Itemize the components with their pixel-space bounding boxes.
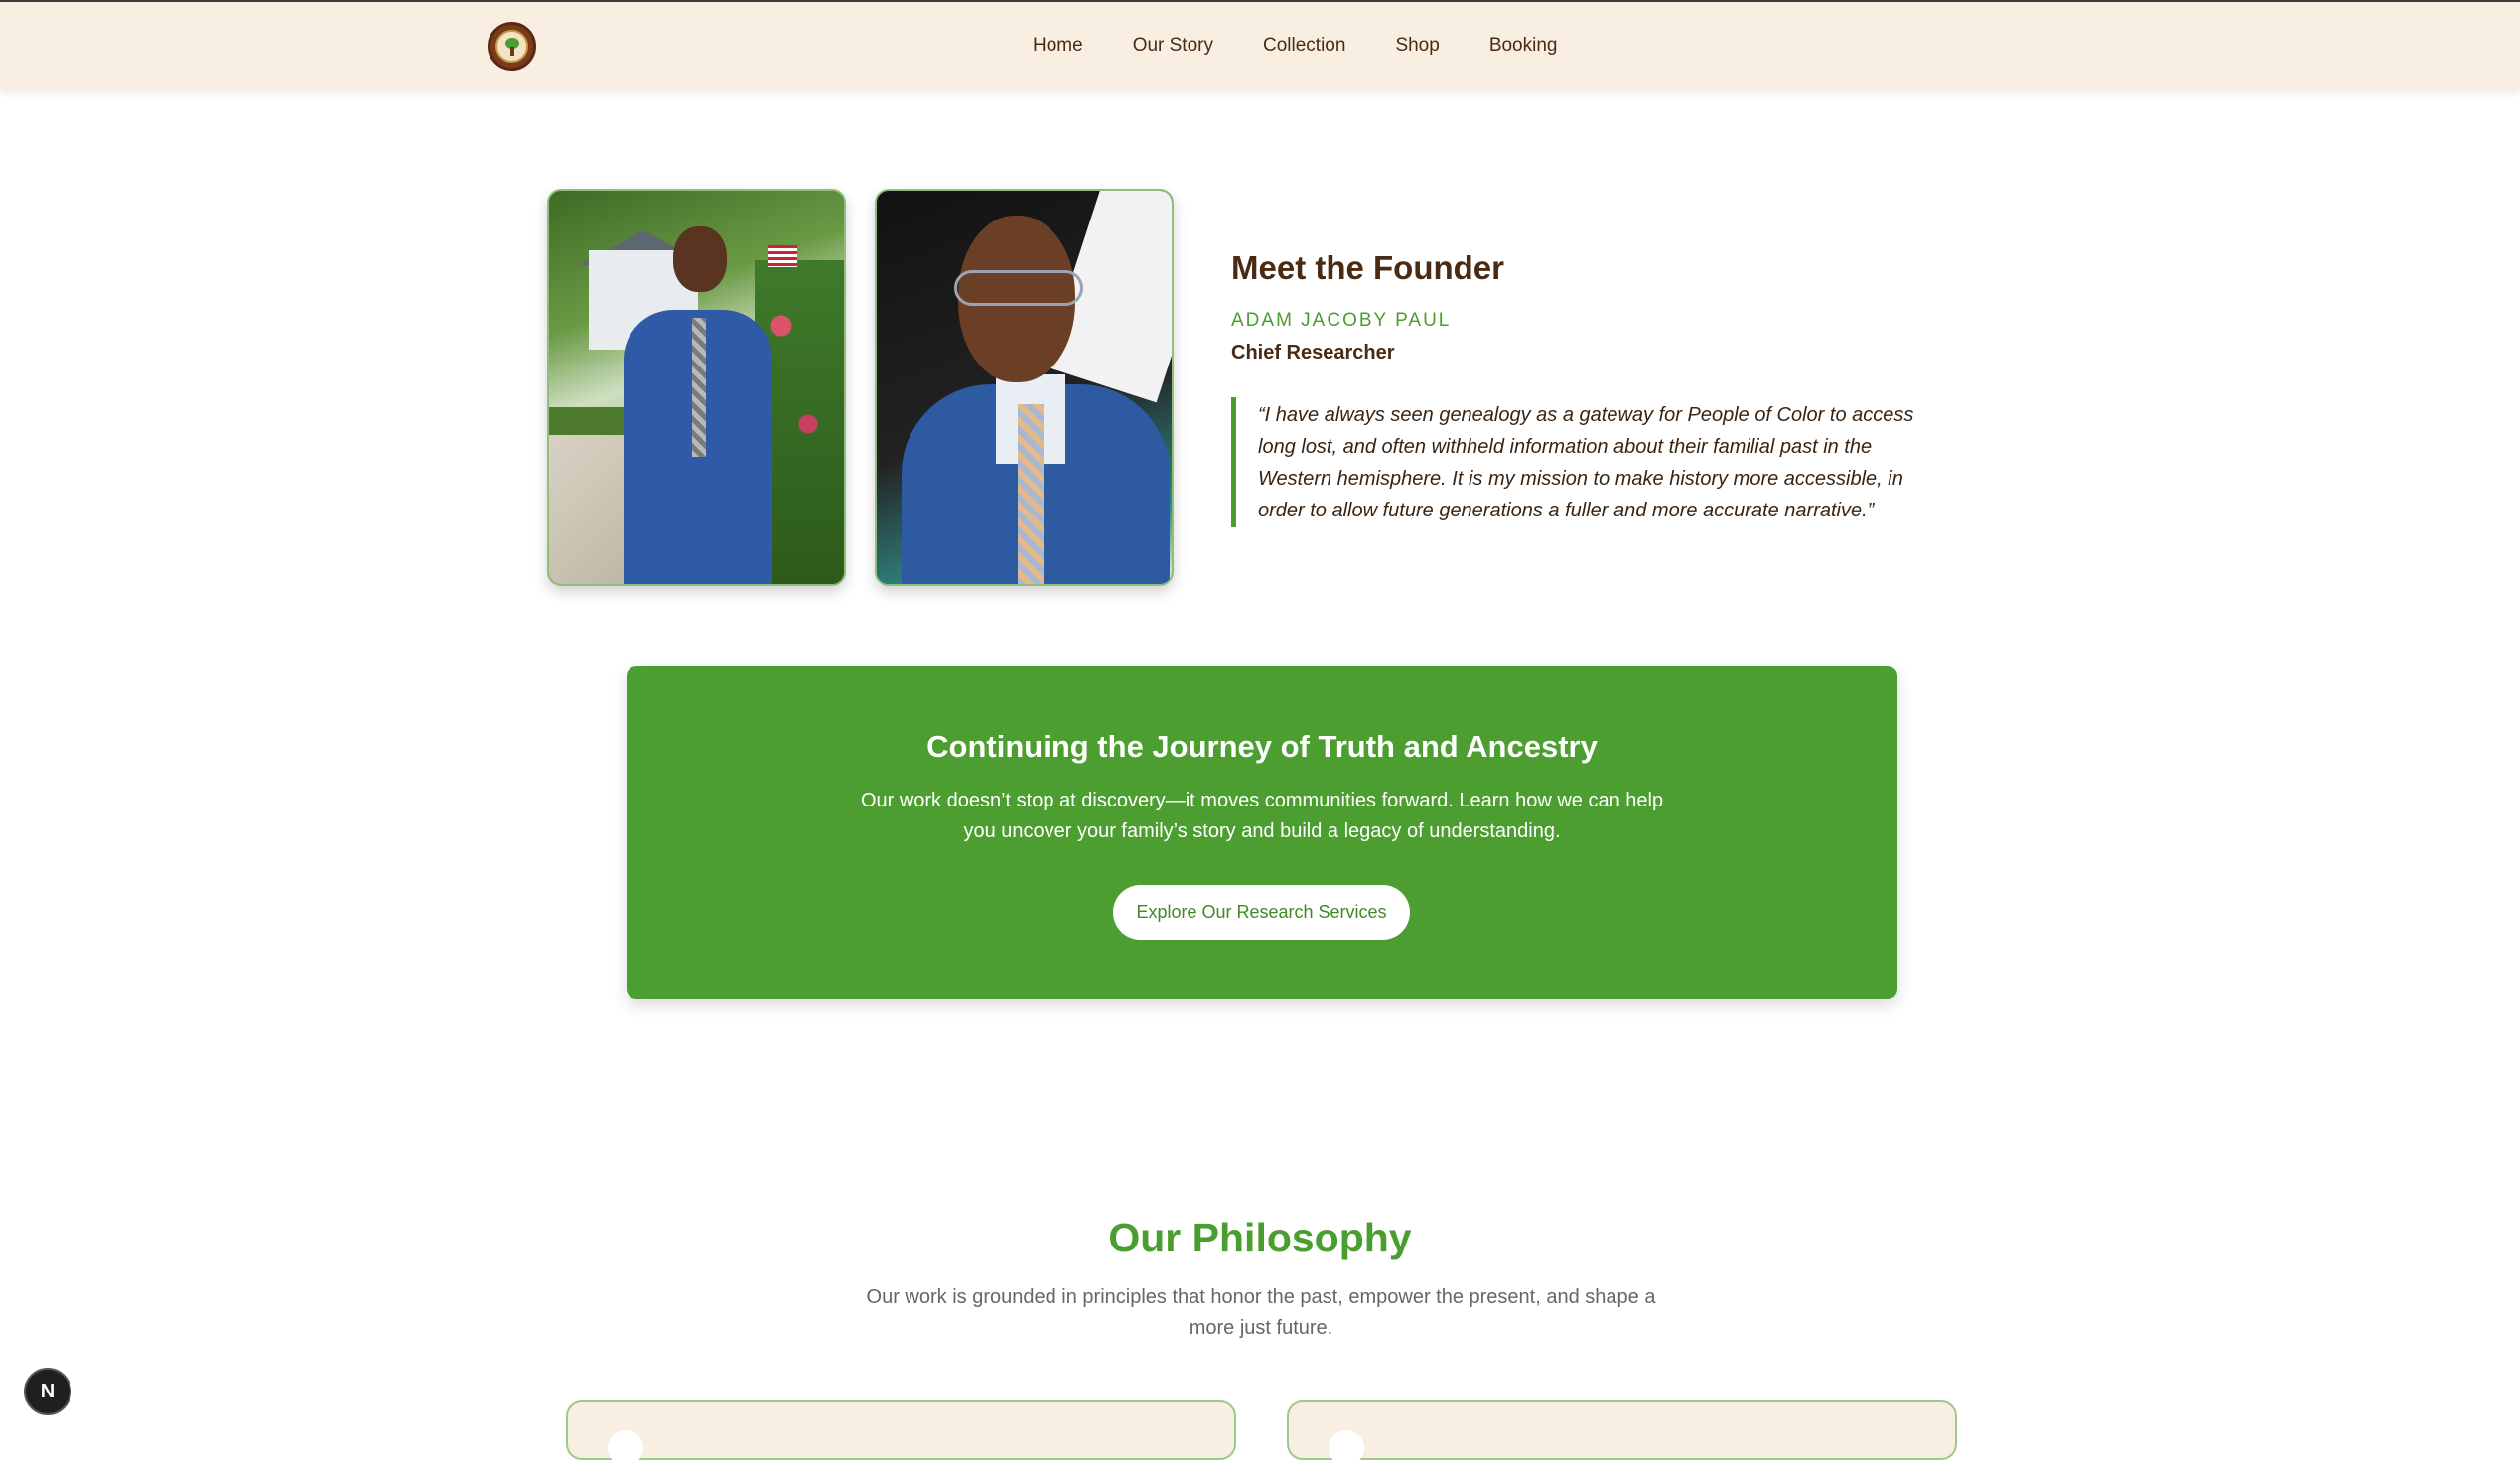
- founder-photo-garden: [547, 189, 846, 586]
- philosophy-title: Our Philosophy: [1108, 1215, 1412, 1260]
- founder-role: Chief Researcher: [1231, 342, 1395, 364]
- explore-research-services-button[interactable]: Explore Our Research Services: [1113, 885, 1410, 940]
- banner-text: Our work doesn’t stop at discovery—it mo…: [860, 790, 1664, 842]
- founder-name: ADAM JACOBY PAUL: [1231, 310, 1452, 331]
- nav-link-our-story[interactable]: Our Story: [1133, 35, 1213, 57]
- cta-banner: Continuing the Journey of Truth and Ance…: [627, 666, 1897, 999]
- founder-section-title: Meet the Founder: [1231, 249, 1505, 286]
- logo-icon[interactable]: [488, 22, 536, 71]
- philosophy-card: [1287, 1400, 1957, 1466]
- tree-icon: [504, 37, 520, 56]
- main-nav: Home Our Story Collection Shop Booking: [1033, 2, 1557, 89]
- logo-emblem: [495, 30, 528, 63]
- founder-quote: “I have always seen genealogy as a gatew…: [1231, 397, 1946, 527]
- flag-icon: [768, 245, 797, 267]
- dev-tools-badge[interactable]: N: [24, 1368, 71, 1415]
- nav-link-booking[interactable]: Booking: [1489, 35, 1558, 57]
- navbar: Home Our Story Collection Shop Booking: [0, 2, 2520, 89]
- philosophy-card: [566, 1400, 1236, 1466]
- nav-link-shop[interactable]: Shop: [1395, 35, 1439, 57]
- nav-link-collection[interactable]: Collection: [1263, 35, 1345, 57]
- founder-photo-portrait: [875, 189, 1174, 586]
- nav-link-home[interactable]: Home: [1033, 35, 1083, 57]
- philosophy-text: Our work is grounded in principles that …: [866, 1286, 1656, 1339]
- card-icon: [608, 1430, 643, 1466]
- card-icon: [1329, 1430, 1364, 1466]
- banner-title: Continuing the Journey of Truth and Ance…: [926, 729, 1598, 764]
